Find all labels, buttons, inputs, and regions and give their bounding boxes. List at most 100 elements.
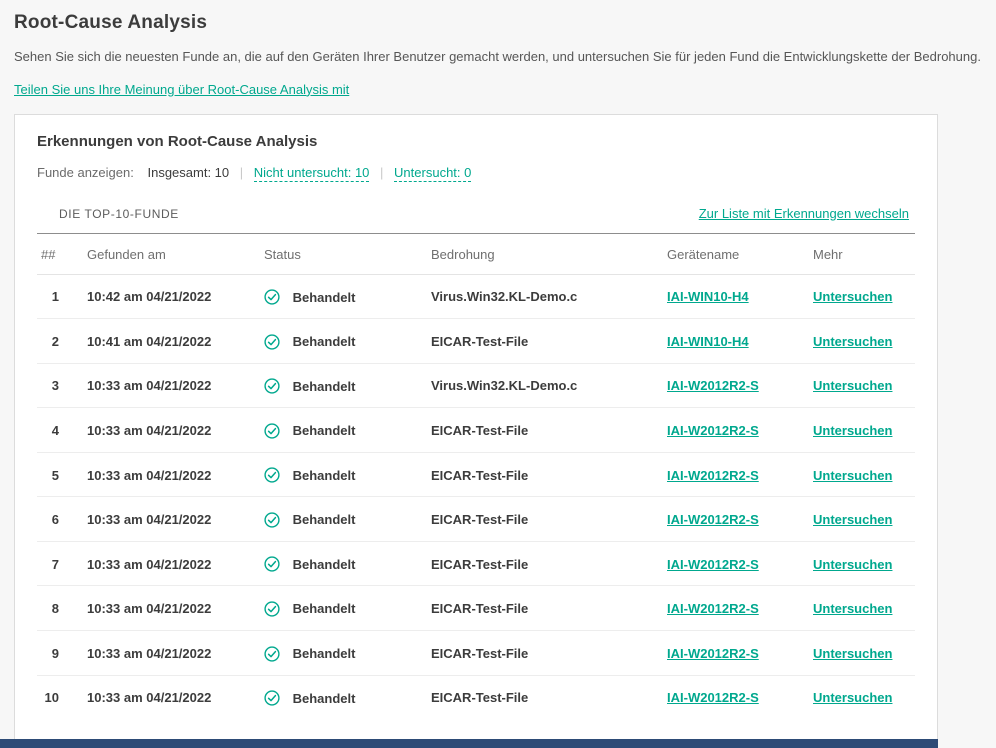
device-cell: IAI-W2012R2-S	[667, 675, 813, 719]
device-link[interactable]: IAI-WIN10-H4	[667, 289, 749, 304]
row-number: 9	[37, 631, 87, 676]
status-label: Behandelt	[293, 290, 356, 305]
action-cell: Untersuchen	[813, 586, 915, 631]
device-cell: IAI-W2012R2-S	[667, 497, 813, 542]
device-link[interactable]: IAI-WIN10-H4	[667, 334, 749, 349]
row-number: 8	[37, 586, 87, 631]
investigate-link[interactable]: Untersuchen	[813, 378, 892, 393]
detection-time: 10:33 am 04/21/2022	[87, 452, 264, 497]
threat-name: Virus.Win32.KL-Demo.c	[431, 363, 667, 408]
filter-not-investigated-link[interactable]: Nicht untersucht: 10	[254, 165, 370, 182]
investigate-link[interactable]: Untersuchen	[813, 646, 892, 661]
header-device: Gerätename	[667, 234, 813, 275]
device-cell: IAI-W2012R2-S	[667, 541, 813, 586]
footer-bar	[0, 739, 938, 748]
check-circle-icon	[264, 556, 280, 572]
device-link[interactable]: IAI-W2012R2-S	[667, 378, 759, 393]
status-label: Behandelt	[293, 602, 356, 617]
device-link[interactable]: IAI-W2012R2-S	[667, 646, 759, 661]
action-cell: Untersuchen	[813, 319, 915, 364]
status-cell: Behandelt	[264, 452, 431, 497]
root-cause-analysis-page: Root-Cause Analysis Sehen Sie sich die n…	[0, 0, 996, 740]
status-cell: Behandelt	[264, 319, 431, 364]
device-cell: IAI-W2012R2-S	[667, 408, 813, 453]
table-row: 8 10:33 am 04/21/2022 Behandelt EICAR-Te…	[37, 586, 915, 631]
investigate-link[interactable]: Untersuchen	[813, 289, 892, 304]
header-more: Mehr	[813, 234, 915, 275]
check-circle-icon	[264, 601, 280, 617]
investigate-link[interactable]: Untersuchen	[813, 512, 892, 527]
feedback-link[interactable]: Teilen Sie uns Ihre Meinung über Root-Ca…	[14, 82, 349, 97]
device-cell: IAI-WIN10-H4	[667, 319, 813, 364]
status-label: Behandelt	[293, 691, 356, 706]
check-circle-icon	[264, 334, 280, 350]
table-row: 1 10:42 am 04/21/2022 Behandelt Virus.Wi…	[37, 274, 915, 319]
status-label: Behandelt	[293, 646, 356, 661]
filter-separator: |	[380, 165, 383, 180]
panel-title: Erkennungen von Root-Cause Analysis	[37, 133, 915, 150]
table-row: 9 10:33 am 04/21/2022 Behandelt EICAR-Te…	[37, 631, 915, 676]
table-header-row: ## Gefunden am Status Bedrohung Gerätena…	[37, 234, 915, 275]
investigate-link[interactable]: Untersuchen	[813, 557, 892, 572]
top-10-heading: DIE TOP-10-FUNDE	[59, 207, 179, 221]
detection-time: 10:33 am 04/21/2022	[87, 631, 264, 676]
check-circle-icon	[264, 512, 280, 528]
action-cell: Untersuchen	[813, 631, 915, 676]
detection-time: 10:41 am 04/21/2022	[87, 319, 264, 364]
detection-time: 10:33 am 04/21/2022	[87, 541, 264, 586]
detections-table-body: 1 10:42 am 04/21/2022 Behandelt Virus.Wi…	[37, 274, 915, 719]
threat-name: EICAR-Test-File	[431, 541, 667, 586]
status-label: Behandelt	[293, 468, 356, 483]
header-threat: Bedrohung	[431, 234, 667, 275]
row-number: 6	[37, 497, 87, 542]
filter-investigated-link[interactable]: Untersucht: 0	[394, 165, 471, 182]
filter-separator: |	[240, 165, 243, 180]
check-circle-icon	[264, 423, 280, 439]
investigate-link[interactable]: Untersuchen	[813, 601, 892, 616]
status-cell: Behandelt	[264, 497, 431, 542]
header-detected-at: Gefunden am	[87, 234, 264, 275]
device-cell: IAI-W2012R2-S	[667, 363, 813, 408]
investigate-link[interactable]: Untersuchen	[813, 690, 892, 705]
device-cell: IAI-W2012R2-S	[667, 452, 813, 497]
status-cell: Behandelt	[264, 675, 431, 719]
action-cell: Untersuchen	[813, 274, 915, 319]
table-row: 10 10:33 am 04/21/2022 Behandelt EICAR-T…	[37, 675, 915, 719]
investigate-link[interactable]: Untersuchen	[813, 423, 892, 438]
row-number: 10	[37, 675, 87, 719]
row-number: 4	[37, 408, 87, 453]
device-link[interactable]: IAI-W2012R2-S	[667, 601, 759, 616]
threat-name: EICAR-Test-File	[431, 631, 667, 676]
check-circle-icon	[264, 289, 280, 305]
table-row: 5 10:33 am 04/21/2022 Behandelt EICAR-Te…	[37, 452, 915, 497]
action-cell: Untersuchen	[813, 541, 915, 586]
detection-time: 10:33 am 04/21/2022	[87, 408, 264, 453]
table-row: 7 10:33 am 04/21/2022 Behandelt EICAR-Te…	[37, 541, 915, 586]
status-cell: Behandelt	[264, 408, 431, 453]
device-link[interactable]: IAI-W2012R2-S	[667, 423, 759, 438]
filter-label: Funde anzeigen:	[37, 165, 134, 180]
status-label: Behandelt	[293, 557, 356, 572]
table-row: 3 10:33 am 04/21/2022 Behandelt Virus.Wi…	[37, 363, 915, 408]
table-row: 2 10:41 am 04/21/2022 Behandelt EICAR-Te…	[37, 319, 915, 364]
investigate-link[interactable]: Untersuchen	[813, 334, 892, 349]
status-cell: Behandelt	[264, 541, 431, 586]
detection-time: 10:42 am 04/21/2022	[87, 274, 264, 319]
device-link[interactable]: IAI-W2012R2-S	[667, 690, 759, 705]
status-label: Behandelt	[293, 379, 356, 394]
device-cell: IAI-WIN10-H4	[667, 274, 813, 319]
detection-time: 10:33 am 04/21/2022	[87, 675, 264, 719]
action-cell: Untersuchen	[813, 497, 915, 542]
investigate-link[interactable]: Untersuchen	[813, 468, 892, 483]
device-link[interactable]: IAI-W2012R2-S	[667, 557, 759, 572]
row-number: 7	[37, 541, 87, 586]
row-number: 3	[37, 363, 87, 408]
detections-table: ## Gefunden am Status Bedrohung Gerätena…	[37, 234, 915, 720]
device-link[interactable]: IAI-W2012R2-S	[667, 512, 759, 527]
switch-to-detection-list-link[interactable]: Zur Liste mit Erkennungen wechseln	[699, 206, 909, 221]
check-circle-icon	[264, 467, 280, 483]
device-link[interactable]: IAI-W2012R2-S	[667, 468, 759, 483]
filter-total-count: Insgesamt: 10	[147, 165, 229, 180]
top-10-section-header: DIE TOP-10-FUNDE Zur Liste mit Erkennung…	[37, 194, 915, 234]
page-title: Root-Cause Analysis	[14, 12, 982, 34]
